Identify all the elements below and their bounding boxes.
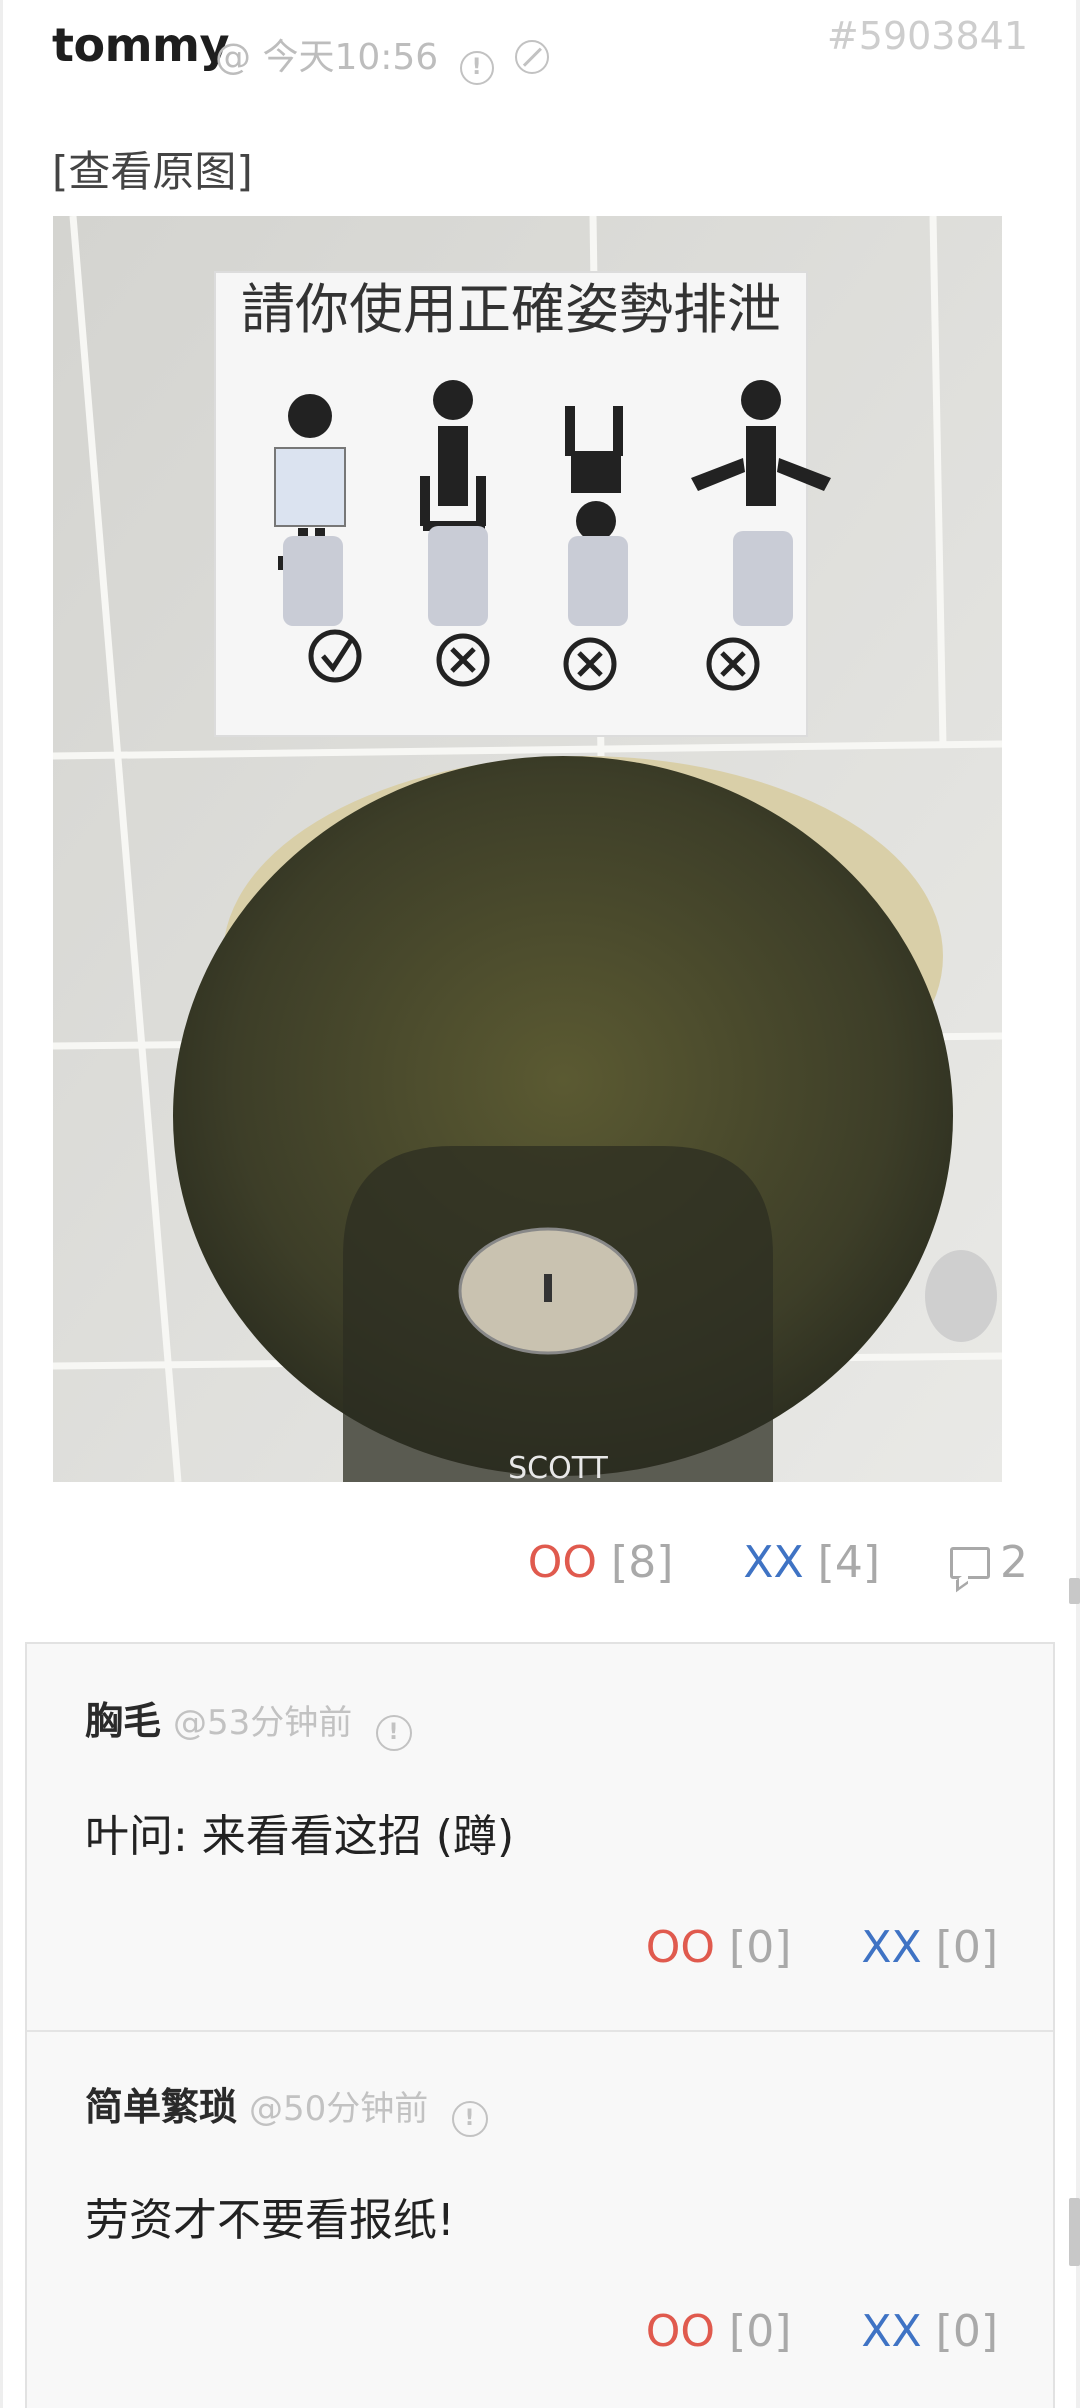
oo-count: [0] [729, 1922, 792, 1973]
post-time: @ 今天10:56 [215, 37, 439, 78]
left-edge-rail [0, 0, 3, 2408]
comments-button[interactable]: 2 [950, 1537, 1028, 1588]
post-id[interactable]: #5903841 [827, 14, 1028, 58]
xx-count: [0] [935, 2306, 998, 2357]
comment-count: 2 [1000, 1537, 1028, 1588]
oo-label: OO [645, 2306, 716, 2357]
view-original-link[interactable]: [查看原图] [52, 138, 253, 199]
comment-text: 叶问: 来看看这招 (蹲) [85, 1811, 515, 1862]
xx-count: [4] [817, 1537, 880, 1588]
xx-label: XX [861, 1922, 922, 1973]
oo-vote-button[interactable]: OO [8] [528, 1537, 674, 1588]
comment-item: 简单繁琐 @50分钟前 ! 劳资才不要看报纸! OO [0] XX [0] [27, 2032, 1053, 2408]
warning-icon[interactable]: ! [451, 2101, 488, 2137]
oo-vote-button[interactable]: OO [0] [646, 1922, 792, 1973]
comment-header: 胸毛 @53分钟前 ! [85, 1690, 412, 1751]
comment-author[interactable]: 简单繁琐 [85, 2085, 237, 2129]
oo-count: [8] [611, 1537, 674, 1588]
xx-vote-button[interactable]: XX [0] [861, 2306, 998, 2357]
comment-vote-row: OO [0] XX [0] [646, 1922, 998, 1973]
comment-header: 简单繁琐 @50分钟前 ! [85, 2076, 488, 2137]
xx-count: [0] [935, 1922, 998, 1973]
scrollbar-thumb-upper[interactable] [1069, 1578, 1080, 1604]
post-header: tommy @ 今天10:56 ! #5903841 [52, 14, 1028, 85]
post-vote-row: OO [8] XX [4] 2 [528, 1537, 1028, 1588]
comments-panel: 胸毛 @53分钟前 ! 叶问: 来看看这招 (蹲) OO [0] XX [0] 简… [25, 1642, 1055, 2408]
post-author[interactable]: tommy [52, 18, 229, 72]
xx-vote-button[interactable]: XX [0] [861, 1922, 998, 1973]
post-meta: @ 今天10:56 ! [215, 28, 550, 85]
sign-title: 請你使用正確姿勢排泄 [241, 278, 781, 341]
xx-label: XX [743, 1537, 804, 1588]
post-image[interactable]: 請你使用正確姿勢排泄 SCOTT [53, 216, 1002, 1482]
warning-icon[interactable]: ! [459, 51, 494, 85]
comment-time: @53分钟前 [173, 1703, 353, 1743]
oo-label: OO [645, 1922, 716, 1973]
oo-label: OO [527, 1537, 598, 1588]
comment-vote-row: OO [0] XX [0] [646, 2306, 998, 2357]
scrollbar-thumb-lower[interactable] [1069, 2198, 1080, 2266]
oo-count: [0] [729, 2306, 792, 2357]
warning-icon[interactable]: ! [375, 1715, 412, 1751]
right-edge-rail [1076, 0, 1080, 2408]
comment-bubble-icon [950, 1547, 990, 1579]
comment-author[interactable]: 胸毛 [85, 1699, 161, 1743]
xx-vote-button[interactable]: XX [4] [743, 1537, 880, 1588]
comment-item: 胸毛 @53分钟前 ! 叶问: 来看看这招 (蹲) OO [0] XX [0] [27, 1644, 1053, 2028]
comment-text: 劳资才不要看报纸! [85, 2195, 455, 2246]
xx-label: XX [861, 2306, 922, 2357]
comment-time: @50分钟前 [249, 2089, 429, 2129]
oo-vote-button[interactable]: OO [0] [646, 2306, 792, 2357]
dispenser-brand: SCOTT [508, 1451, 608, 1482]
post-image-art: 請你使用正確姿勢排泄 SCOTT [53, 216, 1002, 1482]
ban-icon[interactable] [515, 40, 550, 74]
